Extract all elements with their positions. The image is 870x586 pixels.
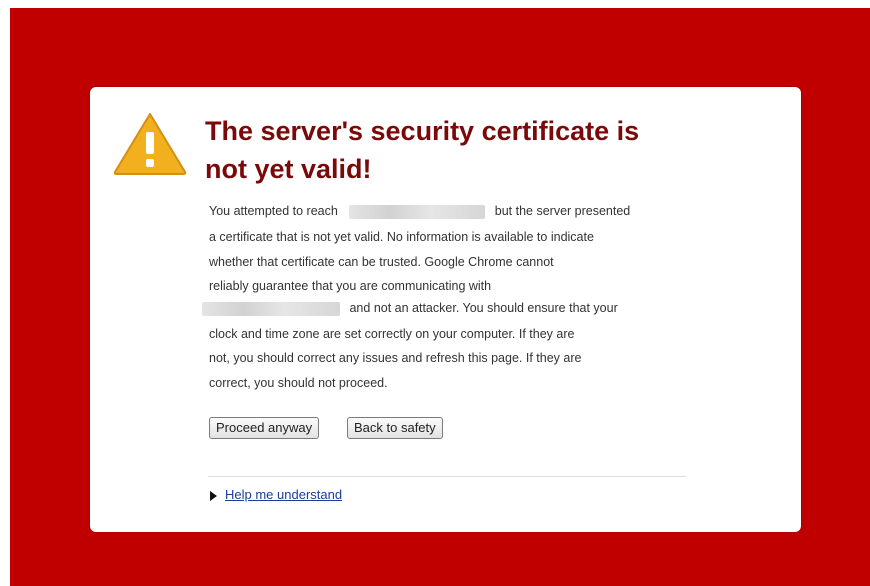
title-line-2: not yet valid!	[205, 154, 372, 184]
title-line-1: The server's security certificate is	[205, 116, 640, 146]
message-line-6: clock and time zone are set correctly on…	[209, 327, 575, 341]
message-text: but the server presented	[494, 204, 631, 218]
message-line-5: and not an attacker. You should ensure t…	[202, 300, 618, 316]
redacted-hostname	[349, 204, 486, 219]
redacted-hostname	[202, 301, 340, 316]
divider	[208, 476, 686, 477]
page-title: The server's security certificate is not…	[205, 112, 725, 188]
message-line-2: a certificate that is not yet valid. No …	[209, 230, 594, 244]
back-to-safety-button[interactable]: Back to safety	[347, 417, 443, 439]
message-text: You attempted to reach	[209, 204, 338, 218]
help-me-understand-link[interactable]: Help me understand	[210, 487, 342, 502]
message-line-4: reliably guarantee that you are communic…	[209, 279, 492, 293]
message-line-8: correct, you should not proceed.	[209, 376, 388, 390]
message-line-1: You attempted to reach but the server pr…	[209, 203, 630, 219]
warning-triangle-icon	[113, 113, 187, 175]
proceed-anyway-button[interactable]: Proceed anyway	[209, 417, 320, 439]
disclosure-triangle-icon	[210, 490, 217, 501]
message-line-7: not, you should correct any issues and r…	[209, 351, 582, 365]
message-text: and not an attacker. You should ensure t…	[349, 301, 618, 315]
help-link-label: Help me understand	[225, 487, 343, 502]
message-line-3: whether that certificate can be trusted.…	[209, 255, 554, 269]
